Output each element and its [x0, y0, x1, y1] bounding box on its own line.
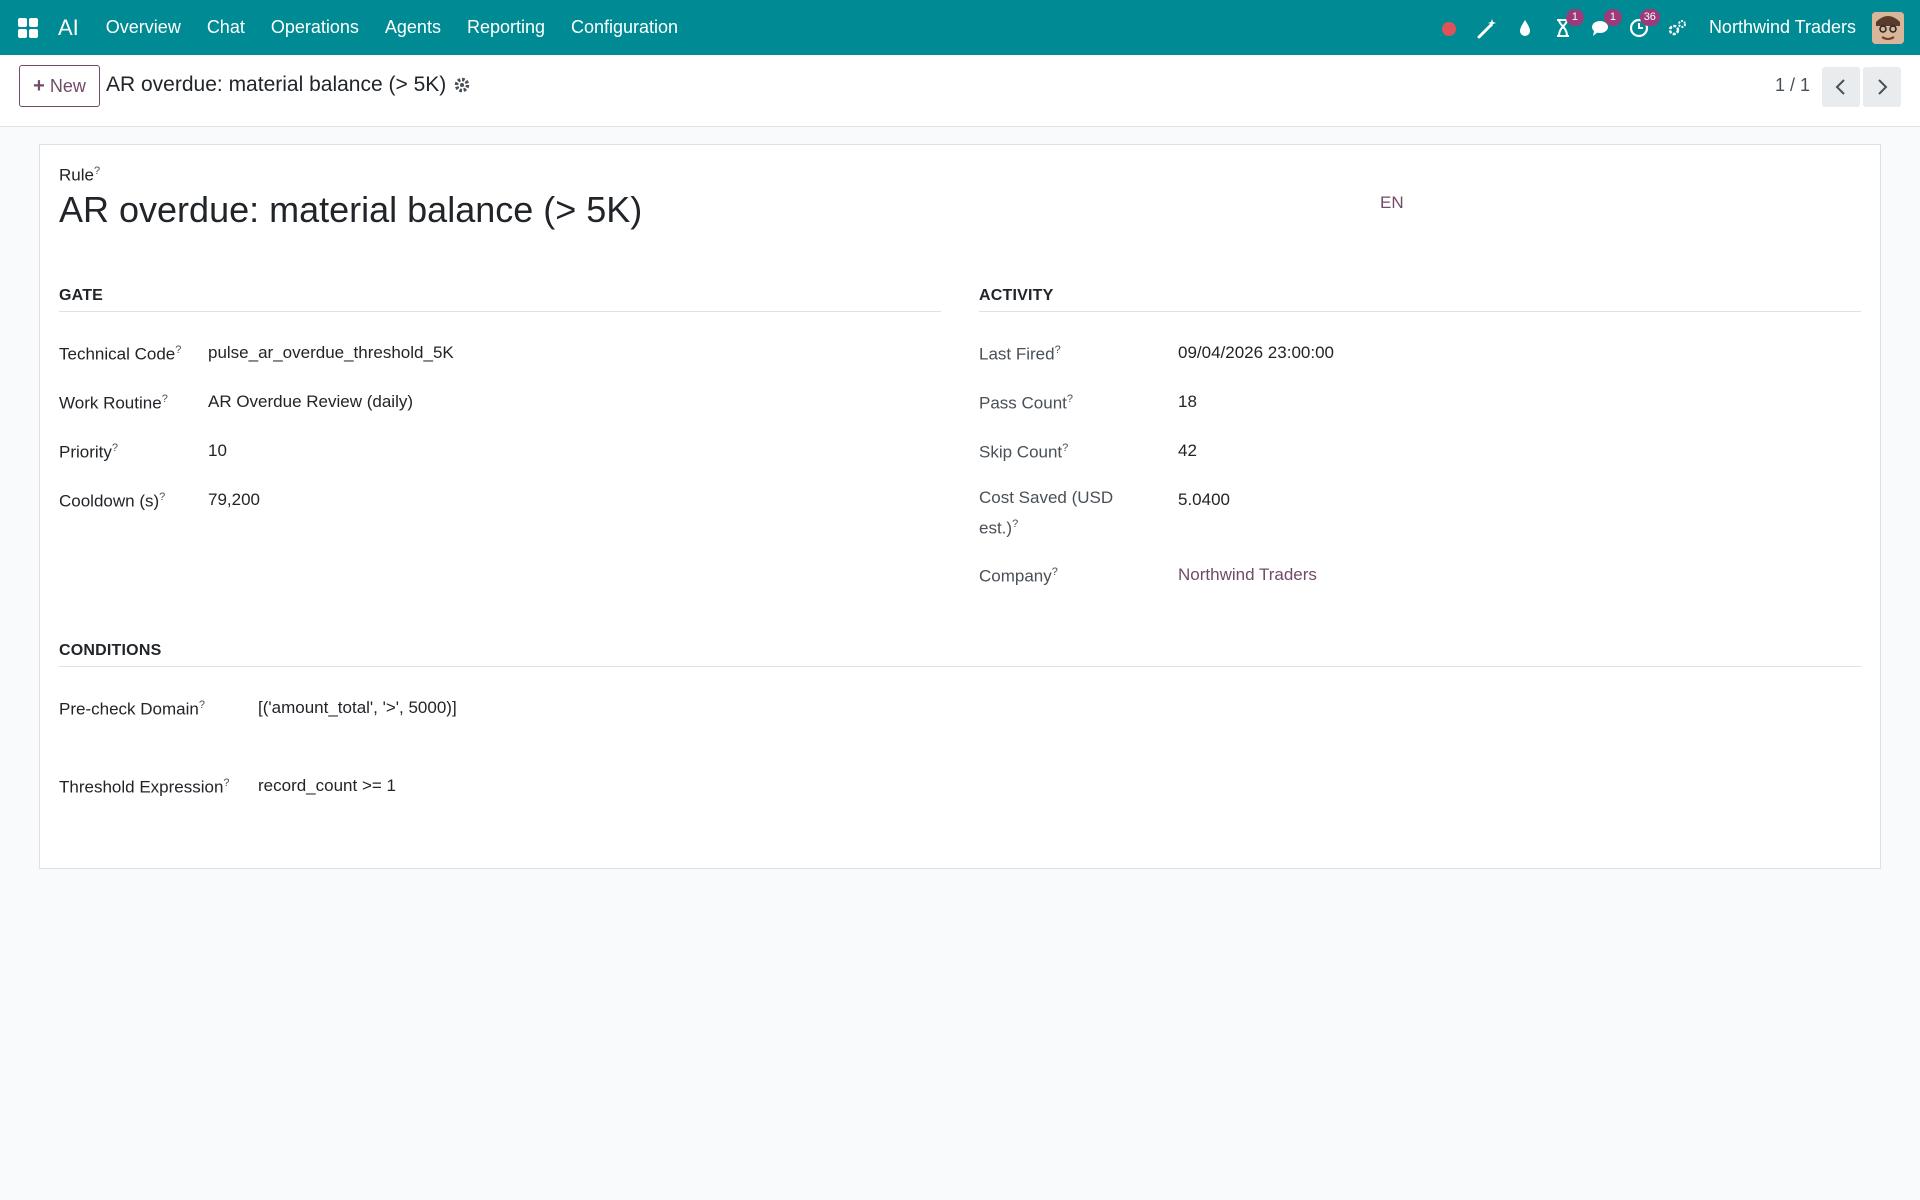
- droplet-icon[interactable]: [1513, 16, 1537, 40]
- rule-label: Rule?: [59, 165, 101, 185]
- pass-count-value: 18: [1178, 392, 1197, 411]
- messages-badge: 1: [1603, 8, 1622, 26]
- plus-icon: +: [33, 74, 45, 97]
- new-button[interactable]: + New: [19, 65, 100, 107]
- precheck-domain-value[interactable]: [('amount_total', '>', 5000)]: [258, 694, 457, 721]
- skip-count-value: 42: [1178, 441, 1197, 460]
- conditions-section-heading: CONDITIONS: [59, 642, 1861, 667]
- pager-previous-button[interactable]: [1822, 67, 1860, 107]
- record-dot-icon[interactable]: [1437, 16, 1461, 40]
- company-link[interactable]: Northwind Traders: [1178, 561, 1317, 588]
- threshold-expression-label: Threshold Expression?: [59, 777, 230, 797]
- last-fired-label: Last Fired?: [979, 344, 1061, 364]
- clock-badge: 36: [1639, 8, 1660, 26]
- technical-code-label: Technical Code?: [59, 344, 182, 364]
- cost-saved-value: 5.0400: [1178, 490, 1230, 509]
- rule-title-field[interactable]: AR overdue: material balance (> 5K): [59, 189, 642, 231]
- hourglass-icon[interactable]: 1: [1551, 8, 1584, 40]
- new-button-label: New: [49, 75, 86, 96]
- menu-agents[interactable]: Agents: [372, 0, 454, 55]
- company-switcher[interactable]: Northwind Traders: [1709, 17, 1856, 38]
- skip-count-label: Skip Count?: [979, 442, 1069, 462]
- main-menu: Overview Chat Operations Agents Reportin…: [93, 0, 691, 55]
- work-routine-value[interactable]: AR Overdue Review (daily): [208, 388, 413, 415]
- menu-configuration[interactable]: Configuration: [558, 0, 691, 55]
- menu-reporting[interactable]: Reporting: [454, 0, 558, 55]
- precheck-domain-label: Pre-check Domain?: [59, 699, 205, 719]
- threshold-expression-value[interactable]: record_count >= 1: [258, 772, 396, 799]
- menu-operations[interactable]: Operations: [258, 0, 372, 55]
- pass-count-label: Pass Count?: [979, 393, 1074, 413]
- pager-value[interactable]: 1 / 1: [1775, 75, 1810, 96]
- company-label: Company?: [979, 566, 1058, 586]
- gear-icon[interactable]: [453, 76, 471, 94]
- cooldown-label: Cooldown (s)?: [59, 491, 166, 511]
- apps-menu-icon[interactable]: [18, 17, 38, 38]
- form-sheet: Rule? AR overdue: material balance (> 5K…: [39, 144, 1881, 869]
- technical-code-value[interactable]: pulse_ar_overdue_threshold_5K: [208, 339, 454, 366]
- magic-wand-icon[interactable]: [1475, 16, 1499, 40]
- clock-icon[interactable]: 36: [1627, 8, 1660, 40]
- user-avatar[interactable]: [1872, 11, 1904, 44]
- activity-section-heading: ACTIVITY: [979, 287, 1861, 312]
- menu-chat[interactable]: Chat: [194, 0, 258, 55]
- chevron-right-icon: [1878, 79, 1888, 95]
- pager-next-button[interactable]: [1863, 67, 1901, 107]
- control-panel: + New AR overdue: material balance (> 5K…: [0, 55, 1920, 127]
- last-fired-value: 09/04/2026 23:00:00: [1178, 343, 1334, 362]
- app-name[interactable]: AI: [58, 15, 79, 41]
- work-routine-label: Work Routine?: [59, 393, 168, 413]
- menu-overview[interactable]: Overview: [93, 0, 194, 55]
- chevron-left-icon: [1835, 79, 1845, 95]
- top-navbar: AI Overview Chat Operations Agents Repor…: [0, 0, 1920, 55]
- cooldown-value[interactable]: 79,200: [208, 486, 260, 513]
- breadcrumb: AR overdue: material balance (> 5K): [106, 73, 447, 96]
- priority-label: Priority?: [59, 442, 119, 462]
- chat-bubbles-icon[interactable]: 1: [1589, 8, 1622, 40]
- gate-section-heading: GATE: [59, 287, 941, 312]
- cost-saved-label: Cost Saved (USD est.)?: [979, 488, 1114, 538]
- settings-cogs-icon[interactable]: [1665, 16, 1689, 40]
- activity-badge: 1: [1565, 8, 1584, 26]
- systray: 1 1 36 Northwind Traders: [1437, 0, 1920, 55]
- language-toggle[interactable]: EN: [1380, 193, 1404, 213]
- priority-value[interactable]: 10: [208, 437, 227, 464]
